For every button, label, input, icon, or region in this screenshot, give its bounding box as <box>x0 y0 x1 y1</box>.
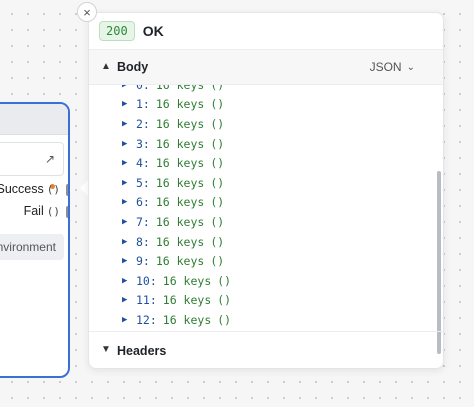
json-summary: 16 keys <box>155 214 205 229</box>
expand-triangle-icon[interactable]: ▶ <box>122 158 136 168</box>
expand-triangle-icon[interactable]: ▶ <box>122 237 136 247</box>
json-paren: () <box>210 175 225 190</box>
json-paren: () <box>210 234 225 249</box>
json-summary: 16 keys <box>155 97 205 112</box>
scrollbar[interactable] <box>437 171 441 354</box>
json-tree-item[interactable]: ▶ 6: 16 keys () <box>89 193 231 213</box>
fail-port-paren: () <box>46 204 60 218</box>
json-tree-items: ▶0:16 keys()▶1:16 keys()▶2:16 keys()▶3:1… <box>89 85 231 330</box>
fail-port-label: Fail <box>23 204 44 218</box>
json-summary: 16 keys <box>156 85 204 92</box>
json-paren: () <box>210 136 225 151</box>
json-tree-item[interactable]: ▶ 9: 16 keys () <box>89 251 231 271</box>
expand-triangle-icon[interactable]: ▶ <box>122 256 136 266</box>
json-paren: () <box>210 195 225 210</box>
json-tree-item[interactable]: ▶ 10: 16 keys () <box>89 271 231 291</box>
json-summary: 16 keys <box>155 234 205 249</box>
close-icon: × <box>83 4 91 20</box>
json-summary: 16 keys <box>162 293 212 308</box>
expand-triangle-icon[interactable]: ▶ <box>122 99 136 109</box>
response-panel: 200 OK ▲ Body JSON ⌄ ▶0:16 keys()▶1:16 k… <box>88 12 444 369</box>
json-index: 5: <box>136 175 150 190</box>
json-index: 11: <box>136 293 157 308</box>
expand-triangle-icon[interactable]: ▶ <box>122 217 136 227</box>
status-code-badge: 200 <box>99 21 135 41</box>
json-tree-item[interactable]: ▶ 11: 16 keys () <box>89 291 231 311</box>
json-summary: 16 keys <box>155 175 205 190</box>
fail-port[interactable]: Fail () <box>24 204 60 218</box>
chevron-up-icon[interactable]: ▲ <box>101 61 111 72</box>
expand-triangle-icon[interactable]: ▶ <box>122 178 136 188</box>
json-summary: 16 keys <box>155 136 205 151</box>
json-index: 12: <box>136 312 157 327</box>
expand-triangle-icon[interactable]: ▶ <box>122 197 136 207</box>
expand-triangle-icon[interactable]: ▶ <box>122 85 136 90</box>
json-summary: 16 keys <box>162 312 212 327</box>
status-text: OK <box>142 23 164 39</box>
success-port-paren: () <box>46 182 60 196</box>
chevron-down-icon: ⌄ <box>406 61 415 73</box>
json-tree-item[interactable]: ▶ 12: 16 keys () <box>89 310 231 330</box>
body-label: Body <box>117 60 149 74</box>
close-button[interactable]: × <box>77 2 97 22</box>
expand-triangle-icon[interactable]: ▶ <box>122 119 136 129</box>
json-index: 7: <box>136 214 150 229</box>
success-port[interactable]: Success () <box>0 182 60 196</box>
expand-triangle-icon[interactable]: ▶ <box>122 139 136 149</box>
json-tree-item[interactable]: ▶ 5: 16 keys () <box>89 173 231 193</box>
json-summary: 16 keys <box>162 273 212 288</box>
json-tree-item[interactable]: ▶0: 16 keys () <box>89 85 231 95</box>
expand-triangle-icon[interactable]: ▶ <box>122 295 136 305</box>
chevron-down-icon[interactable]: ▼ <box>101 344 111 355</box>
json-index: 10: <box>136 273 157 288</box>
success-port-handle[interactable] <box>66 184 68 196</box>
json-paren: () <box>217 273 232 288</box>
json-tree-item[interactable]: ▶ 3: 16 keys () <box>89 134 231 154</box>
popover-pointer <box>80 180 88 196</box>
json-paren: () <box>217 312 232 327</box>
format-select-value: JSON <box>369 60 402 74</box>
json-summary: 16 keys <box>155 156 205 171</box>
json-summary: 16 keys <box>155 195 205 210</box>
expand-triangle-icon[interactable]: ▶ <box>122 276 136 286</box>
json-summary: 16 keys <box>155 254 205 269</box>
json-index: 2: <box>136 116 150 131</box>
json-index: 4: <box>136 156 150 171</box>
json-tree-item[interactable]: ▶ 4: 16 keys () <box>89 153 231 173</box>
json-index: 8: <box>136 234 150 249</box>
body-section-header[interactable]: ▲ Body JSON ⌄ <box>89 49 443 85</box>
json-tree[interactable]: ▶0:16 keys()▶1:16 keys()▶2:16 keys()▶3:1… <box>89 85 429 331</box>
json-paren: () <box>210 156 225 171</box>
json-tree-item[interactable]: ▶ 2: 16 keys () <box>89 114 231 134</box>
json-index: 3: <box>136 136 150 151</box>
fail-port-handle[interactable] <box>66 206 68 218</box>
expand-triangle-icon[interactable]: ▶ <box>122 315 136 325</box>
headers-label: Headers <box>117 344 167 358</box>
json-tree-item[interactable]: ▶ 8: 16 keys () <box>89 232 231 252</box>
json-paren: () <box>210 116 225 131</box>
json-index: 6: <box>136 195 150 210</box>
arrow-up-right-icon[interactable]: ↗ <box>45 152 55 166</box>
json-paren: () <box>210 97 225 112</box>
node-header[interactable] <box>0 104 68 135</box>
json-paren: () <box>210 254 225 269</box>
json-paren: () <box>217 293 232 308</box>
node-url-field[interactable]: ↗ <box>0 142 64 176</box>
environment-label: nvironment <box>0 240 56 254</box>
json-paren: () <box>210 214 225 229</box>
json-tree-item[interactable]: ▶ 1: 16 keys () <box>89 95 231 115</box>
json-tree-item[interactable]: ▶ 7: 16 keys () <box>89 212 231 232</box>
workflow-node[interactable]: ↗ Success () Fail () nvironment <box>0 102 70 378</box>
format-select[interactable]: JSON ⌄ <box>370 60 415 74</box>
response-status: 200 OK <box>99 21 164 41</box>
json-index: 9: <box>136 254 150 269</box>
environment-selector[interactable]: nvironment <box>0 234 64 260</box>
success-port-label: Success <box>0 182 44 196</box>
json-summary: 16 keys <box>155 116 205 131</box>
json-index: 0: <box>136 85 150 92</box>
json-index: 1: <box>136 97 150 112</box>
headers-section-header[interactable]: ▼ Headers <box>89 331 443 368</box>
json-paren: () <box>210 85 224 92</box>
